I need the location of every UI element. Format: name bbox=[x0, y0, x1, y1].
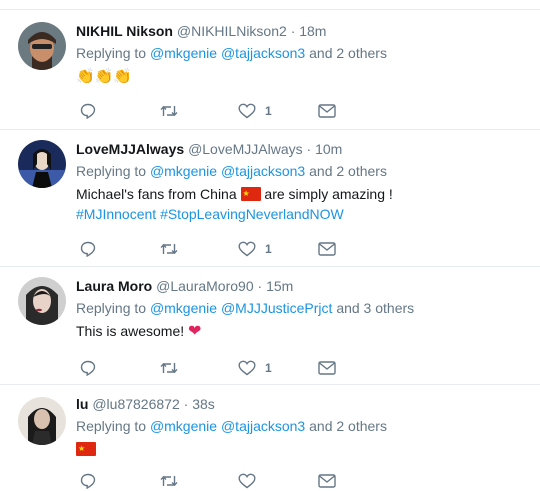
retweet-icon bbox=[160, 106, 178, 116]
reply-icon bbox=[80, 103, 96, 119]
like-count: 1 bbox=[265, 104, 272, 118]
reply-icon bbox=[80, 473, 96, 489]
mention-link[interactable]: @mkgenie bbox=[150, 45, 217, 61]
others-link[interactable]: and 3 others bbox=[336, 300, 414, 316]
message-icon bbox=[318, 242, 336, 256]
hashtag-link[interactable]: #MJInnocent bbox=[76, 206, 156, 222]
tweet-feed: NIKHIL Nikson @NIKHILNikson2 · 18m Reply… bbox=[0, 0, 540, 489]
tweet-4[interactable]: lu @lu87826872 · 38s Replying to @mkgeni… bbox=[0, 385, 540, 489]
mention-link[interactable]: @tajjackson3 bbox=[221, 163, 305, 179]
reply-icon bbox=[80, 241, 96, 257]
avatar[interactable] bbox=[18, 277, 66, 325]
display-name[interactable]: Laura Moro bbox=[76, 278, 152, 294]
like-count: 1 bbox=[265, 242, 272, 256]
retweet-icon bbox=[160, 244, 178, 254]
like-button[interactable]: 1 bbox=[238, 239, 272, 259]
timestamp[interactable]: · 18m bbox=[291, 23, 327, 39]
heart-icon bbox=[238, 103, 256, 119]
tweet-text: are simply amazing ! bbox=[264, 186, 393, 202]
message-icon bbox=[318, 104, 336, 118]
display-name[interactable]: LoveMJJAlways bbox=[76, 141, 184, 157]
reply-button[interactable] bbox=[80, 101, 96, 121]
like-button[interactable]: 1 bbox=[238, 358, 272, 378]
tweet-text: This is awesome! bbox=[76, 323, 185, 339]
mention-link[interactable]: @tajjackson3 bbox=[221, 418, 305, 434]
others-link[interactable]: and 2 others bbox=[309, 418, 387, 434]
clapping-hands-emoji: 👏 bbox=[113, 68, 133, 85]
retweet-icon bbox=[160, 363, 178, 373]
tweet-1[interactable]: NIKHIL Nikson @NIKHILNikson2 · 18m Reply… bbox=[0, 10, 540, 130]
like-button[interactable]: 1 bbox=[238, 101, 272, 121]
mention-link[interactable]: @mkgenie bbox=[150, 300, 217, 316]
retweet-button[interactable] bbox=[160, 471, 178, 491]
heart-icon bbox=[238, 473, 256, 489]
reply-icon bbox=[80, 360, 96, 376]
like-count: 1 bbox=[265, 361, 272, 375]
direct-message-button[interactable] bbox=[318, 471, 336, 491]
mention-link[interactable]: @MJJJusticePrjct bbox=[221, 300, 332, 316]
reply-button[interactable] bbox=[80, 471, 96, 491]
tweet-text: Michael's fans from China bbox=[76, 186, 237, 202]
others-link[interactable]: and 2 others bbox=[309, 163, 387, 179]
red-heart-emoji: ❤ bbox=[188, 323, 202, 340]
replying-to-label: Replying to bbox=[76, 163, 147, 179]
handle[interactable]: @NIKHILNikson2 bbox=[177, 23, 287, 39]
direct-message-button[interactable] bbox=[318, 358, 336, 378]
heart-icon bbox=[238, 360, 256, 376]
tweet-3[interactable]: Laura Moro @LauraMoro90 · 15m Replying t… bbox=[0, 267, 540, 385]
retweet-button[interactable] bbox=[160, 101, 178, 121]
clapping-hands-emoji: 👏 bbox=[76, 68, 95, 85]
timestamp[interactable]: · 10m bbox=[307, 141, 343, 157]
replying-to-label: Replying to bbox=[76, 45, 147, 61]
avatar[interactable] bbox=[18, 397, 66, 445]
retweet-icon bbox=[160, 476, 178, 486]
timestamp[interactable]: · 38s bbox=[184, 396, 215, 412]
reply-button[interactable] bbox=[80, 239, 96, 259]
avatar[interactable] bbox=[18, 22, 66, 70]
reply-button[interactable] bbox=[80, 358, 96, 378]
timestamp[interactable]: · 15m bbox=[258, 278, 294, 294]
heart-icon bbox=[238, 241, 256, 257]
mention-link[interactable]: @mkgenie bbox=[150, 418, 217, 434]
handle[interactable]: @LauraMoro90 bbox=[156, 278, 254, 294]
mention-link[interactable]: @tajjackson3 bbox=[221, 45, 305, 61]
china-flag-icon bbox=[76, 439, 96, 459]
display-name[interactable]: lu bbox=[76, 396, 88, 412]
hashtag-link[interactable]: #StopLeavingNeverlandNOW bbox=[160, 206, 344, 222]
mention-link[interactable]: @mkgenie bbox=[150, 163, 217, 179]
replying-to-label: Replying to bbox=[76, 300, 147, 316]
tweet-2[interactable]: LoveMJJAlways @LoveMJJAlways · 10m Reply… bbox=[0, 130, 540, 267]
direct-message-button[interactable] bbox=[318, 239, 336, 259]
retweet-button[interactable] bbox=[160, 358, 178, 378]
avatar[interactable] bbox=[18, 140, 66, 188]
clapping-hands-emoji: 👏 bbox=[94, 68, 114, 85]
replying-to-label: Replying to bbox=[76, 418, 147, 434]
handle[interactable]: @lu87826872 bbox=[92, 396, 179, 412]
direct-message-button[interactable] bbox=[318, 101, 336, 121]
like-button[interactable] bbox=[238, 471, 256, 491]
handle[interactable]: @LoveMJJAlways bbox=[188, 141, 303, 157]
others-link[interactable]: and 2 others bbox=[309, 45, 387, 61]
retweet-button[interactable] bbox=[160, 239, 178, 259]
message-icon bbox=[318, 361, 336, 375]
display-name[interactable]: NIKHIL Nikson bbox=[76, 23, 173, 39]
china-flag-icon bbox=[240, 184, 261, 204]
